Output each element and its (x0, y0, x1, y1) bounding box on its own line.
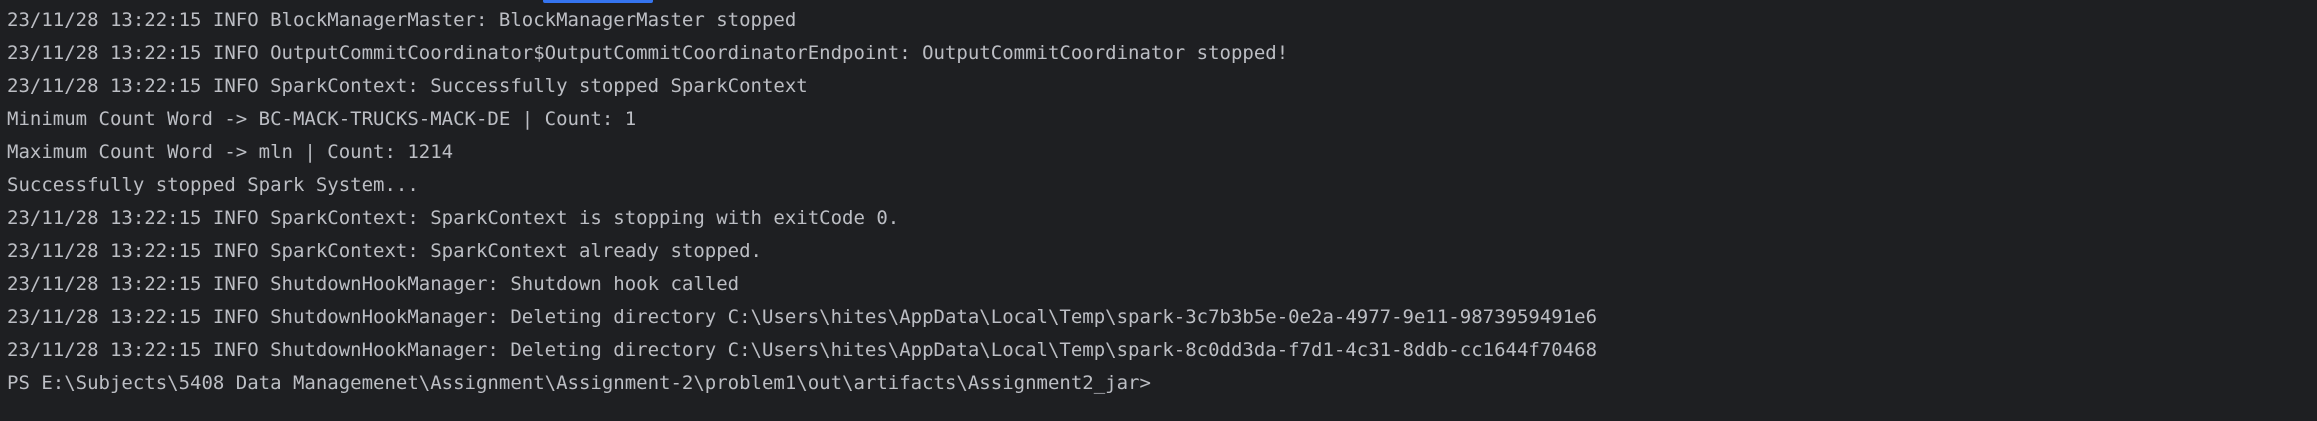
log-line: 23/11/28 13:22:15 INFO ShutdownHookManag… (7, 339, 1598, 361)
log-line: 23/11/28 13:22:15 INFO BlockManagerMaste… (7, 9, 797, 31)
log-line: 23/11/28 13:22:15 INFO SparkContext: Spa… (7, 240, 762, 262)
scroll-indicator[interactable] (543, 0, 653, 3)
output-line-stopped: Successfully stopped Spark System... (7, 174, 419, 196)
shell-prompt[interactable]: PS E:\Subjects\5408 Data Managemenet\Ass… (7, 370, 1597, 403)
output-line-max-count: Maximum Count Word -> mln | Count: 1214 (7, 141, 454, 163)
output-line-min-count: Minimum Count Word -> BC-MACK-TRUCKS-MAC… (7, 108, 637, 130)
terminal-output[interactable]: 23/11/28 13:22:15 INFO BlockManagerMaste… (0, 0, 2317, 421)
log-line: 23/11/28 13:22:15 INFO OutputCommitCoord… (7, 42, 1289, 64)
log-line: 23/11/28 13:22:15 INFO SparkContext: Spa… (7, 207, 900, 229)
log-line: 23/11/28 13:22:15 INFO SparkContext: Suc… (7, 75, 808, 97)
terminal-lines: 23/11/28 13:22:15 INFO BlockManagerMaste… (7, 7, 1597, 403)
log-line: 23/11/28 13:22:15 INFO ShutdownHookManag… (7, 273, 740, 295)
log-line: 23/11/28 13:22:15 INFO ShutdownHookManag… (7, 306, 1598, 328)
